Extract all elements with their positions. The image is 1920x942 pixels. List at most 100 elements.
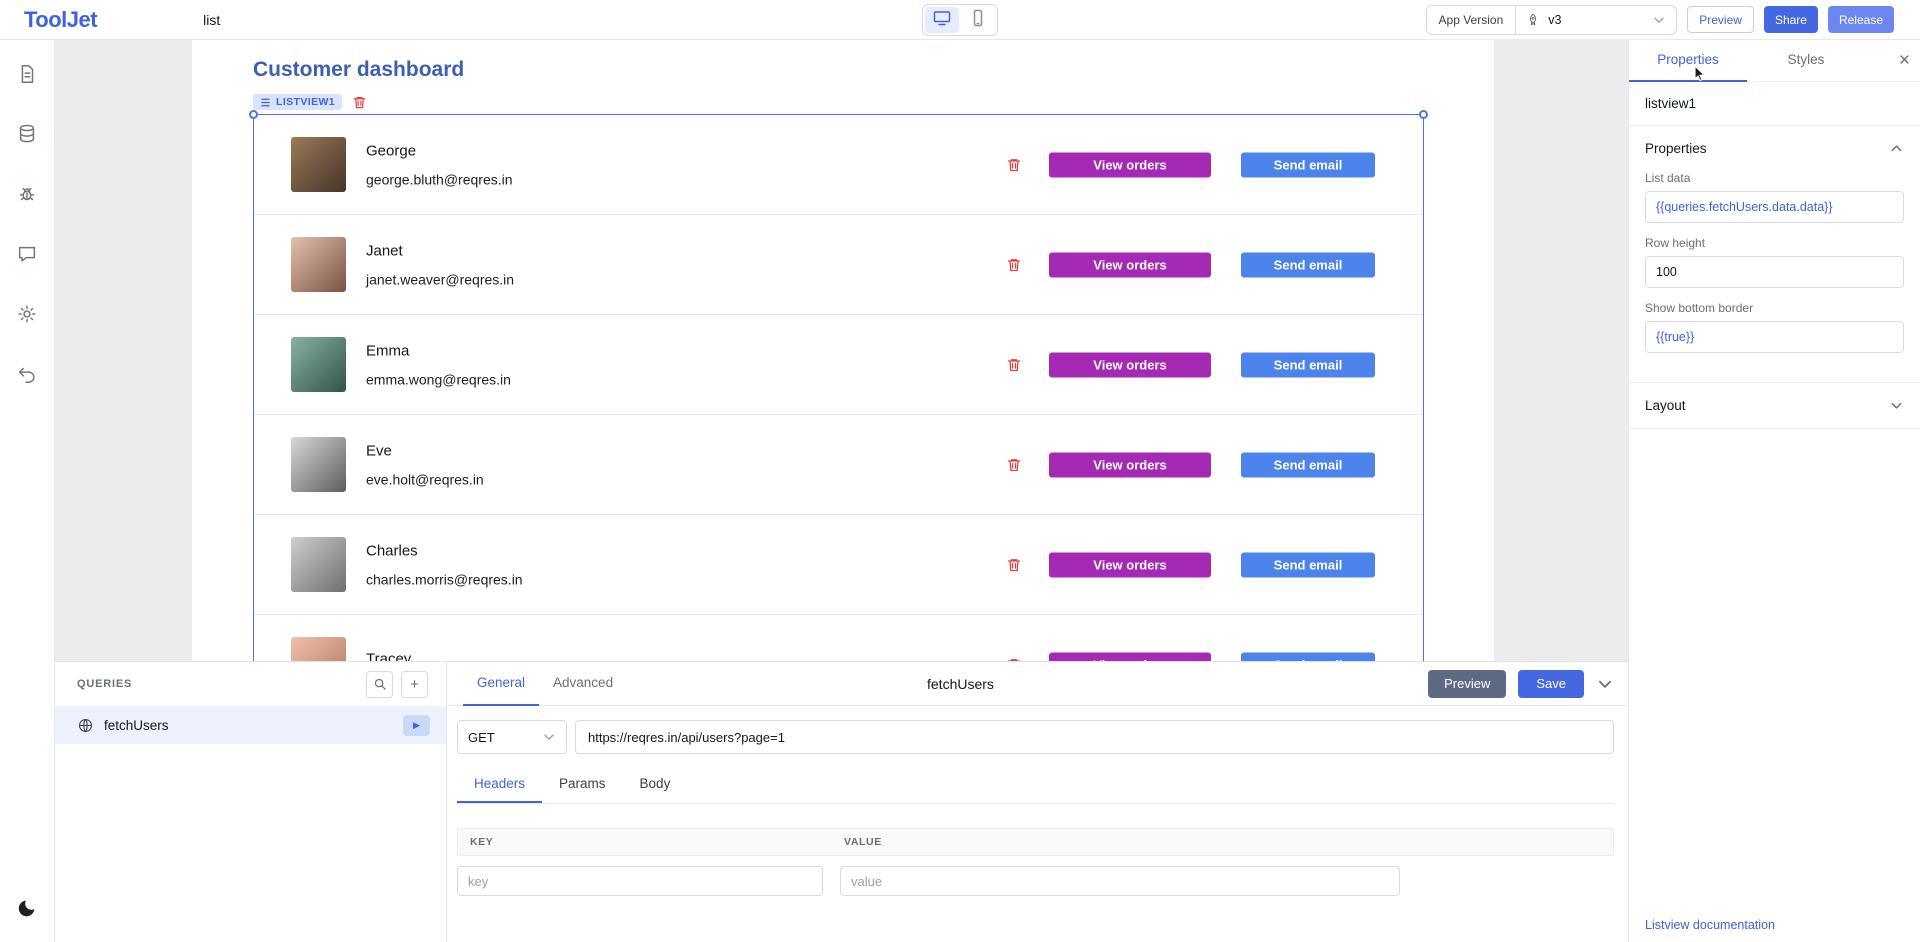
customer-email: eve.holt@reqres.in: [366, 471, 484, 487]
show-bottom-border-field: Show bottom border: [1629, 301, 1920, 353]
query-list: QUERIES + fetchUsers ▶: [55, 662, 447, 942]
section-layout[interactable]: Layout: [1629, 383, 1920, 429]
delete-widget-icon[interactable]: [352, 95, 367, 110]
tab-params[interactable]: Params: [542, 766, 623, 803]
avatar: [291, 537, 346, 592]
pages-icon[interactable]: [9, 56, 45, 92]
dark-mode-icon[interactable]: [9, 890, 45, 926]
app-name[interactable]: list: [203, 12, 220, 28]
list-data-label: List data: [1645, 171, 1904, 185]
section-properties-header[interactable]: Properties: [1629, 126, 1920, 171]
list-item: Emma emma.wong@reqres.in View orders Sen…: [254, 315, 1423, 415]
delete-row-icon[interactable]: [1006, 157, 1022, 173]
listview-widget[interactable]: George george.bluth@reqres.in View order…: [253, 114, 1424, 720]
send-email-button[interactable]: Send email: [1241, 452, 1375, 477]
query-editor: General Advanced fetchUsers Preview Save…: [447, 662, 1628, 942]
list-data-input[interactable]: [1645, 191, 1904, 223]
list-data-field: List data: [1629, 171, 1920, 223]
comments-icon[interactable]: [9, 236, 45, 272]
header-key-input[interactable]: [457, 866, 823, 896]
avatar: [291, 437, 346, 492]
close-icon[interactable]: ×: [1899, 51, 1910, 70]
section-layout-label: Layout: [1645, 398, 1686, 413]
query-preview-button[interactable]: Preview: [1428, 670, 1506, 698]
database-icon[interactable]: [9, 116, 45, 152]
query-editor-title: fetchUsers: [927, 662, 994, 706]
query-editor-header: General Advanced fetchUsers Preview Save: [447, 662, 1628, 706]
collapse-panel-icon[interactable]: [1596, 675, 1614, 693]
show-bottom-border-label: Show bottom border: [1645, 301, 1904, 315]
view-orders-button[interactable]: View orders: [1049, 452, 1211, 477]
method-value: GET: [468, 730, 495, 745]
page-title[interactable]: Customer dashboard: [253, 58, 464, 82]
delete-row-icon[interactable]: [1006, 457, 1022, 473]
add-query-button[interactable]: +: [401, 671, 428, 698]
customer-info: Eve eve.holt@reqres.in: [366, 442, 484, 487]
delete-row-icon[interactable]: [1006, 557, 1022, 573]
show-bottom-border-input[interactable]: [1645, 321, 1904, 353]
send-email-button[interactable]: Send email: [1241, 252, 1375, 277]
customer-info: George george.bluth@reqres.in: [366, 142, 513, 187]
view-orders-button[interactable]: View orders: [1049, 352, 1211, 377]
tab-general[interactable]: General: [463, 662, 539, 706]
rocket-icon: [1526, 13, 1540, 27]
tab-properties[interactable]: Properties: [1629, 40, 1747, 82]
settings-icon[interactable]: [9, 296, 45, 332]
query-save-button[interactable]: Save: [1518, 670, 1584, 698]
value-column-header: VALUE: [832, 836, 882, 848]
resize-handle[interactable]: [249, 110, 258, 119]
row-height-input[interactable]: [1645, 256, 1904, 288]
tab-headers[interactable]: Headers: [457, 766, 542, 803]
header-value-input[interactable]: [840, 866, 1400, 896]
row-height-field: Row height: [1629, 236, 1920, 288]
avatar: [291, 137, 346, 192]
customer-name: Emma: [366, 342, 511, 359]
query-search-button[interactable]: [366, 671, 393, 698]
customer-email: charles.morris@reqres.in: [366, 571, 523, 587]
documentation-link[interactable]: Listview documentation: [1645, 918, 1775, 932]
delete-row-icon[interactable]: [1006, 357, 1022, 373]
widget-name[interactable]: listview1: [1629, 82, 1920, 126]
view-orders-button[interactable]: View orders: [1049, 152, 1211, 177]
url-input[interactable]: [575, 720, 1614, 754]
preview-button[interactable]: Preview: [1687, 6, 1754, 33]
send-email-button[interactable]: Send email: [1241, 152, 1375, 177]
desktop-icon: [932, 8, 952, 31]
version-value: v3: [1548, 13, 1561, 27]
share-button[interactable]: Share: [1764, 6, 1818, 33]
headers-table: KEY VALUE: [457, 828, 1614, 896]
customer-info: Emma emma.wong@reqres.in: [366, 342, 511, 387]
mobile-toggle-button[interactable]: [961, 7, 995, 33]
app-version-label: App Version: [1427, 6, 1517, 34]
method-select[interactable]: GET: [457, 720, 567, 754]
tab-styles[interactable]: Styles: [1747, 40, 1865, 82]
customer-info: Charles charles.morris@reqres.in: [366, 542, 523, 587]
query-editor-body: GET Headers Params Body KEY VALUE: [447, 706, 1628, 896]
chevron-down-icon: [542, 730, 556, 744]
query-item-fetchusers[interactable]: fetchUsers ▶: [55, 706, 446, 744]
tooljet-logo[interactable]: ToolJet: [24, 7, 97, 33]
view-orders-button[interactable]: View orders: [1049, 252, 1211, 277]
version-dropdown[interactable]: v3: [1516, 6, 1676, 34]
widget-selection-toolbar: LISTVIEW1: [253, 94, 367, 110]
queries-title: QUERIES: [77, 678, 132, 690]
tab-advanced[interactable]: Advanced: [539, 662, 627, 706]
view-orders-button[interactable]: View orders: [1049, 552, 1211, 577]
tab-body[interactable]: Body: [623, 766, 688, 803]
customer-email: george.bluth@reqres.in: [366, 171, 513, 187]
device-toggle: [922, 4, 998, 36]
request-tabs: Headers Params Body: [457, 766, 1614, 804]
desktop-toggle-button[interactable]: [925, 7, 959, 33]
row-height-label: Row height: [1645, 236, 1904, 250]
delete-row-icon[interactable]: [1006, 257, 1022, 273]
widget-badge[interactable]: LISTVIEW1: [253, 94, 342, 110]
release-button[interactable]: Release: [1828, 6, 1894, 33]
customer-name: Charles: [366, 542, 523, 559]
resize-handle[interactable]: [1419, 110, 1428, 119]
send-email-button[interactable]: Send email: [1241, 552, 1375, 577]
customer-name: Janet: [366, 242, 514, 259]
undo-icon[interactable]: [9, 356, 45, 392]
send-email-button[interactable]: Send email: [1241, 352, 1375, 377]
run-query-button[interactable]: ▶: [403, 715, 430, 736]
debugger-icon[interactable]: [9, 176, 45, 212]
